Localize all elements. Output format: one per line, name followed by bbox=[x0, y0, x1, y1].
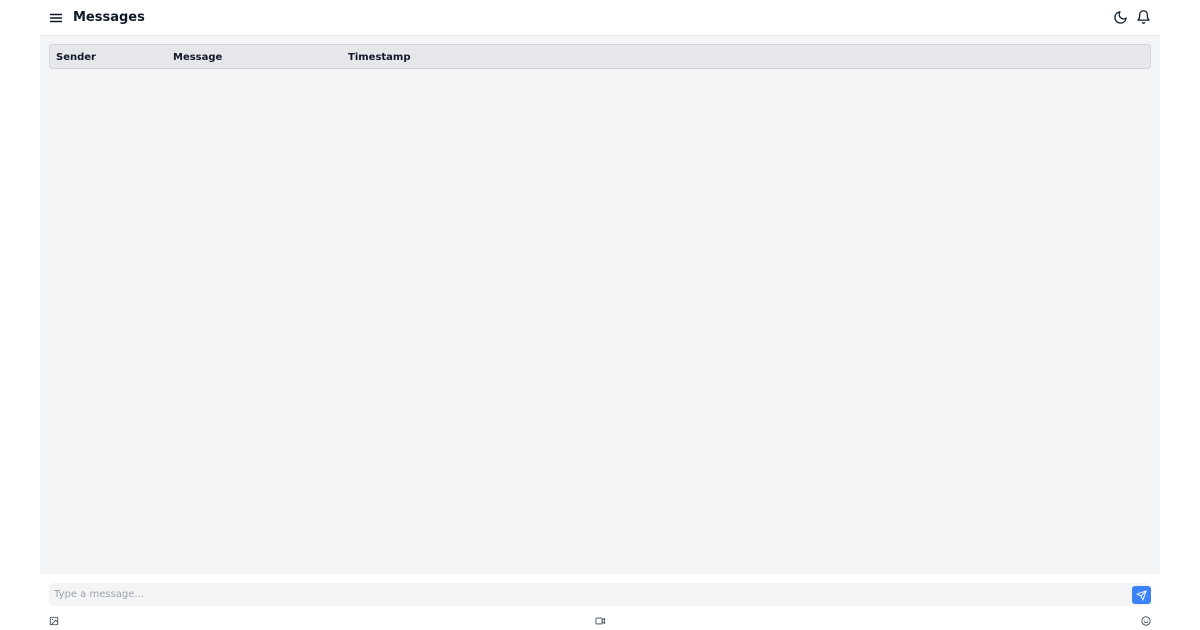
messages-table: Sender Message Timestamp bbox=[49, 44, 1151, 69]
image-icon bbox=[49, 616, 59, 626]
column-header-message[interactable]: Message bbox=[173, 52, 222, 63]
message-composer bbox=[40, 574, 1160, 630]
moon-icon bbox=[1114, 11, 1127, 24]
dark-mode-toggle[interactable] bbox=[1113, 10, 1128, 25]
menu-button[interactable] bbox=[49, 10, 63, 24]
send-icon bbox=[1136, 589, 1147, 601]
bell-icon bbox=[1137, 10, 1150, 24]
menu-icon bbox=[49, 13, 63, 23]
page-title: Messages bbox=[73, 10, 145, 25]
send-button[interactable] bbox=[1132, 586, 1151, 604]
app-frame: Messages Sender Message Timestamp bbox=[40, 0, 1160, 630]
column-header-sender[interactable]: Sender bbox=[56, 52, 96, 63]
message-input-wrapper bbox=[49, 583, 1151, 606]
video-call-button[interactable] bbox=[595, 611, 606, 625]
attach-image-button[interactable] bbox=[49, 611, 59, 626]
notifications-button[interactable] bbox=[1136, 9, 1151, 25]
messages-panel: Sender Message Timestamp bbox=[40, 36, 1160, 574]
column-header-timestamp[interactable]: Timestamp bbox=[348, 52, 411, 63]
top-bar: Messages bbox=[40, 0, 1160, 36]
emoji-icon bbox=[1141, 616, 1151, 626]
table-header-row: Sender Message Timestamp bbox=[49, 44, 1151, 69]
video-icon bbox=[595, 617, 606, 625]
message-input[interactable] bbox=[49, 583, 1129, 606]
emoji-button[interactable] bbox=[1141, 611, 1151, 626]
